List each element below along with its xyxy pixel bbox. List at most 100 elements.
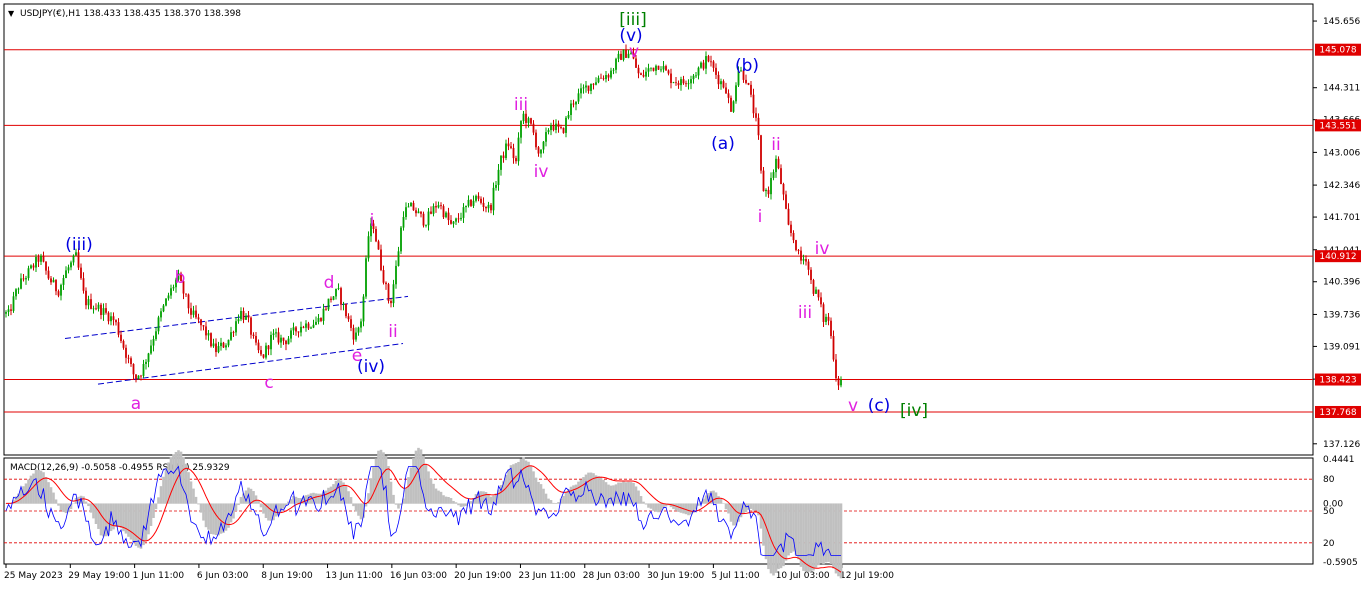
- candle-body: [203, 325, 205, 326]
- macd-histogram-bar: [390, 482, 393, 504]
- symbol-menu-icon[interactable]: ▼: [8, 9, 15, 18]
- candle-body: [555, 124, 557, 130]
- candle-body: [190, 308, 192, 315]
- candle-body: [255, 336, 257, 343]
- x-tick-label: 12 Jul 19:00: [840, 571, 894, 581]
- macd-histogram-bar: [237, 503, 240, 505]
- y-tick-label: 139.091: [1323, 342, 1360, 352]
- candle-body: [603, 78, 605, 79]
- candle-body: [625, 50, 627, 58]
- macd-histogram-bar: [840, 503, 843, 578]
- macd-histogram-bar: [32, 474, 35, 504]
- macd-histogram-bar: [837, 503, 840, 576]
- candle-body: [338, 288, 340, 289]
- candle-body: [353, 328, 355, 340]
- candle-body: [425, 225, 427, 226]
- chart-root[interactable]: ▼ USDJPY(€),H1 138.433 138.435 138.370 1…: [0, 0, 1366, 588]
- macd-histogram-bar: [440, 492, 443, 504]
- candle-body: [263, 354, 265, 357]
- candle-body: [253, 335, 255, 336]
- macd-histogram-bar: [462, 503, 465, 506]
- candle-body: [325, 309, 327, 310]
- candle-body: [355, 333, 357, 340]
- macd-histogram-bar: [577, 482, 580, 504]
- candle-body: [205, 326, 207, 335]
- macd-histogram-bar: [187, 472, 190, 504]
- candle-body: [643, 75, 645, 77]
- macd-histogram-bar: [790, 503, 793, 553]
- macd-histogram-bar: [55, 499, 58, 503]
- macd-histogram-bar: [62, 503, 65, 512]
- candle-body: [120, 335, 122, 341]
- price-tags: 145.078143.551140.912138.423137.768: [1315, 44, 1361, 418]
- candle-body: [163, 306, 165, 312]
- candle-body: [753, 95, 755, 114]
- macd-histogram-bar: [705, 495, 708, 503]
- price-tag-label: 138.423: [1319, 376, 1356, 386]
- candle-body: [258, 343, 260, 351]
- candle-body: [508, 144, 510, 147]
- candle-body: [670, 74, 672, 83]
- macd-histogram-bar: [547, 499, 550, 504]
- candle-body: [348, 316, 350, 319]
- y-tick-label: 142.346: [1323, 181, 1360, 191]
- macd-histogram-bar: [827, 503, 830, 562]
- x-tick-label: 23 Jun 11:00: [518, 571, 575, 581]
- candle-body: [578, 93, 580, 101]
- macd-histogram-bar: [190, 481, 193, 503]
- candle-body: [80, 268, 82, 279]
- macd-histogram-bar: [465, 503, 468, 506]
- candle-body: [320, 318, 322, 321]
- candle-body: [360, 321, 362, 327]
- candle-body: [725, 87, 727, 93]
- candle-body: [560, 127, 562, 128]
- candle-body: [228, 340, 230, 345]
- candle-body: [620, 54, 622, 60]
- macd-histogram-bar: [717, 496, 720, 504]
- candle-body: [460, 218, 462, 219]
- wave-label: iv: [534, 162, 549, 182]
- candle-body: [188, 295, 190, 309]
- y-tick-label: 143.006: [1323, 148, 1360, 158]
- macd-histogram-bar: [532, 471, 535, 503]
- candle-body: [505, 144, 507, 158]
- candle-body: [208, 333, 210, 335]
- symbol-title: USDJPY(€),H1 138.433 138.435 138.370 138…: [20, 9, 241, 19]
- candle-body: [308, 324, 310, 329]
- macd-histogram-bar: [820, 503, 823, 562]
- macd-histogram-bar: [817, 503, 820, 565]
- candle-body: [640, 73, 642, 75]
- candle-body: [85, 291, 87, 305]
- macd-histogram-bar: [405, 488, 408, 504]
- macd-histogram-bar: [585, 475, 588, 504]
- macd-histogram-bar: [652, 503, 655, 510]
- candle-body: [380, 249, 382, 270]
- macd-histogram-bar: [442, 495, 445, 504]
- candle-body: [218, 346, 220, 352]
- candle-body: [53, 280, 55, 282]
- price-chart[interactable]: ▼ USDJPY(€),H1 138.433 138.435 138.370 1…: [0, 0, 1366, 588]
- candle-body: [580, 88, 582, 93]
- macd-histogram-bar: [170, 457, 173, 504]
- macd-histogram-bar: [542, 489, 545, 504]
- candle-body: [793, 233, 795, 240]
- macd-histogram-bar: [595, 475, 598, 503]
- candle-body: [550, 125, 552, 130]
- macd-histogram-bar: [155, 503, 158, 509]
- macd-histogram-bar: [810, 503, 813, 571]
- candle-body: [88, 299, 90, 305]
- main-panel-frame: [4, 4, 1313, 455]
- macd-histogram-bar: [85, 502, 88, 504]
- price-tag-label: 143.551: [1319, 121, 1356, 131]
- candle-body: [563, 128, 565, 133]
- candle-body: [238, 319, 240, 321]
- macd-histogram-bar: [527, 462, 530, 504]
- candle-body: [515, 158, 517, 161]
- candle-body: [500, 155, 502, 169]
- candle-body: [328, 299, 330, 310]
- candle-body: [573, 104, 575, 105]
- candle-body: [73, 256, 75, 263]
- macd-histogram-bar: [775, 503, 778, 572]
- wave-label: iv: [815, 239, 830, 259]
- macd-histogram-bar: [600, 477, 603, 503]
